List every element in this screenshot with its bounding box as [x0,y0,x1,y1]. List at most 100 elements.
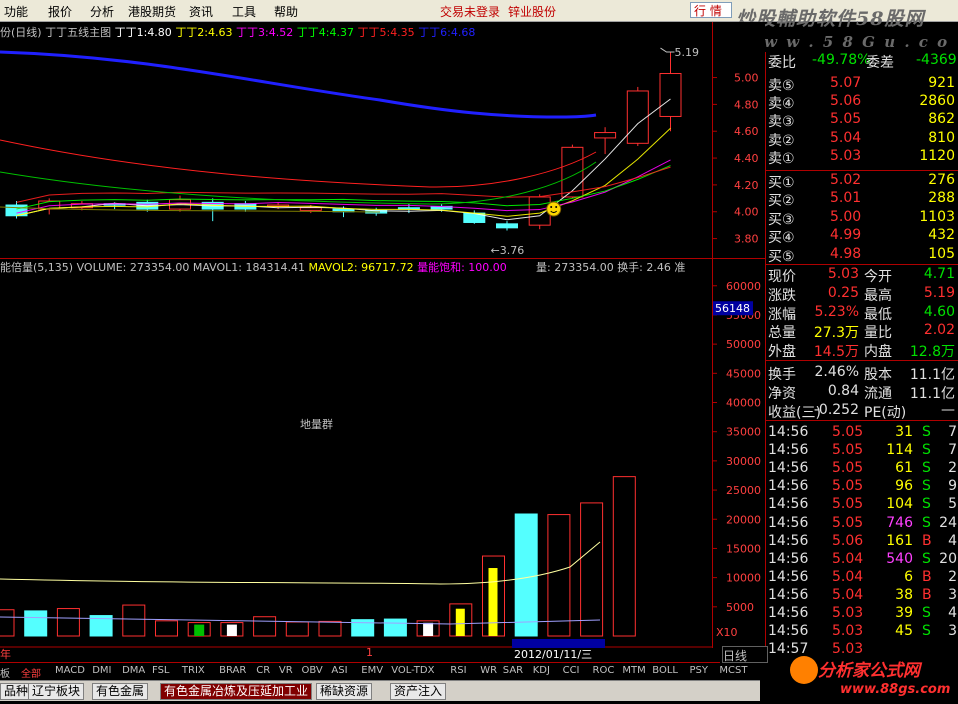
indicator-tab-wr[interactable]: WR [480,665,497,676]
tick-side: S [922,605,931,621]
indicator-tab-cci[interactable]: CCI [563,665,580,676]
tick-price: 5.05 [832,496,864,513]
indicator-tab-roc[interactable]: ROC [593,665,615,676]
quote-label: 现价 [768,269,796,285]
quote-search-box[interactable]: 行 情 [690,2,732,18]
tick-time: 14:56 [768,424,809,440]
order-ratio-value: -49.78% [812,52,871,68]
indicator-tab-dma[interactable]: DMA [122,665,145,676]
indicator-tab-obv[interactable]: OBV [302,665,323,676]
quote-panel: 委比 -49.78% 委差 -4369 卖⑤ 5.07 921 卖④ 5.06 2860 卖… [765,52,958,657]
fundamental-label-2: 流通 [864,385,892,402]
kline-header: 份(日线) 丁丁五线主图 丁丁1:4.80 丁丁2:4.63 丁丁3:4.52 … [0,25,475,39]
tick-time: 14:56 [768,442,809,459]
tick-count: 5 [948,496,957,513]
sector-tab[interactable]: 稀缺资源 [316,683,373,700]
fundamental-value-2: — [941,401,955,418]
tick-row: 14:56 5.05 114 S 7 [766,442,958,460]
tick-row: 14:56 5.05 746 S 24 [766,515,958,533]
chart-area[interactable]: 份(日线) 丁丁五线主图 丁丁1:4.80 丁丁2:4.63 丁丁3:4.52 … [0,22,765,648]
volume-ytick: 25000 [726,484,761,497]
kline-ma-4-label: 丁丁4: [297,26,330,39]
tick-time: 14:56 [768,496,809,513]
kline-chart: 份(日线) 丁丁五线主图 丁丁1:4.80 丁丁2:4.63 丁丁3:4.52 … [0,22,765,648]
indicator-tab-asi[interactable]: ASI [331,665,347,676]
bid-label: 买④ [768,230,795,247]
indicator-tab-fsl[interactable]: FSL [152,665,170,676]
indicator-tab-vr[interactable]: VR [279,665,293,676]
quote-label-2: 量比 [864,325,892,342]
indicator-tab-板[interactable]: 板 [0,665,10,680]
volume-bar [580,502,604,637]
tick-row: 14:56 5.03 39 S 4 [766,605,958,623]
brand-logo-icon [790,656,818,684]
ask-price: 5.04 [830,129,862,146]
indicator-tab-dmi[interactable]: DMI [92,665,111,676]
tick-volume: 161 [886,532,913,549]
trade-status[interactable]: 交易未登录 [440,3,500,20]
indicator-tab-rsi[interactable]: RSI [450,665,466,676]
tick-volume: 45 [895,623,913,640]
tick-count: 20 [939,550,957,567]
indicator-tab-vol-tdx[interactable]: VOL-TDX [391,665,434,676]
period-tab-daily[interactable]: 日线 [722,646,768,663]
sector-tab[interactable]: 资产注入 [390,683,447,700]
tick-volume: 96 [895,478,913,495]
menu-item-quote[interactable]: 报价 [48,3,72,20]
menu-item-function[interactable]: 功能 [4,3,28,20]
indicator-tab-macd[interactable]: MACD [55,665,85,676]
tick-price: 5.05 [832,424,864,440]
sector-tab[interactable]: 有色金属冶炼及压延加工业 [160,683,313,700]
tick-volume: 61 [895,460,913,477]
volume-bar-inner [194,624,205,636]
quote-value-2: 2.02 [923,322,955,339]
indicator-tab-trix[interactable]: TRIX [182,665,205,676]
indicator-tab-emv[interactable]: EMV [361,665,383,676]
indicator-tab-sar[interactable]: SAR [503,665,523,676]
orderbook-divider [766,170,958,171]
kline-ma-4-value: 4.37 [329,26,357,39]
indicator-tab-全部[interactable]: 全部 [21,665,41,680]
tick-row: 14:56 5.04 38 B 3 [766,587,958,605]
indicator-tab-cr[interactable]: CR [256,665,270,676]
volume-ytick: 20000 [726,513,761,526]
bid-volume: 105 [928,245,955,262]
indicator-tab-mcst[interactable]: MCST [719,665,747,676]
tick-price: 5.03 [832,605,864,621]
stock-name: 锌业股份 [508,5,557,19]
sector-tab[interactable]: 辽宁板块 [28,683,85,700]
tick-side: S [922,478,931,495]
menu-item-analysis[interactable]: 分析 [90,3,114,20]
menu-item-help[interactable]: 帮助 [274,3,298,20]
ask-label: 卖③ [768,114,795,131]
tick-side: S [922,623,931,640]
quote-label: 涨幅 [768,306,796,323]
tick-count: 4 [948,532,957,549]
bid-price: 5.01 [830,190,862,207]
menu-item-news[interactable]: 资讯 [189,3,213,20]
menu-item-tools[interactable]: 工具 [232,3,256,20]
indicator-tab-kdj[interactable]: KDJ [533,665,550,676]
volume-bar [253,616,277,637]
quote-value: 27.3万 [813,325,859,342]
indicator-tab-brar[interactable]: BRAR [219,665,246,676]
ask-row: 卖③ 5.05 862 [766,111,958,131]
bid-row: 买① 5.02 276 [766,172,958,191]
candle-body [659,73,682,117]
bid-label: 买③ [768,211,795,228]
indicator-tab-mtm[interactable]: MTM [622,665,645,676]
fundamental-label: 净资 [768,385,796,402]
bid-label: 买② [768,193,795,210]
menu-item-hk-futures[interactable]: 港股期货 [128,3,176,20]
kline-ma-1-value: 4.80 [147,26,175,39]
quote-row: 外盘 14.5万 内盘 12.8万 [766,341,958,360]
quote-label: 总量 [768,325,796,342]
tick-count: 3 [948,623,957,640]
sector-tab[interactable]: 有色金属 [92,683,149,700]
kline-ytick: 4.80 [734,98,759,111]
bid-row: 买⑤ 4.98 105 [766,245,958,265]
kline-ytick: 4.40 [734,152,759,165]
indicator-tab-psy[interactable]: PSY [690,665,709,676]
quote-value: 0.25 [827,284,859,301]
indicator-tab-boll[interactable]: BOLL [652,665,678,676]
